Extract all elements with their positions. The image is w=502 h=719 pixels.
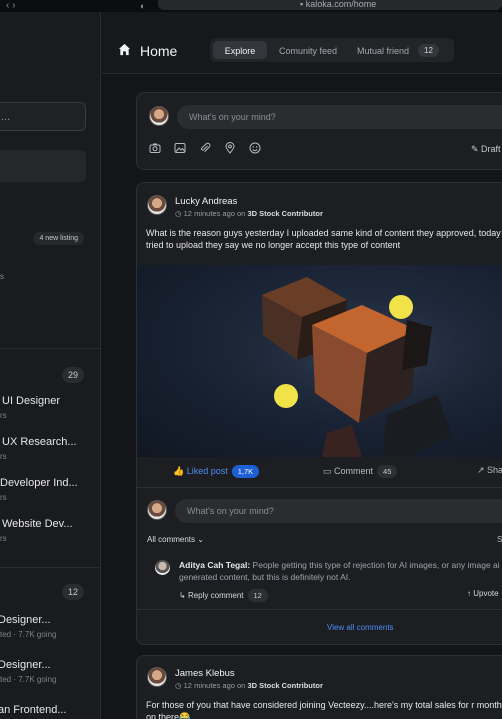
post-text: What is the reason guys yesterday I uplo…: [146, 228, 502, 250]
reply-count-badge: 12: [247, 589, 268, 602]
avatar: [147, 195, 167, 215]
post-meta: ◷ 12 minutes ago on 3D Stock Contributor: [175, 681, 323, 690]
avatar: [147, 500, 167, 520]
post-author[interactable]: Lucky Andreas: [175, 196, 237, 207]
image-icon[interactable]: [174, 142, 186, 154]
divider: [0, 348, 100, 349]
job-item-sub: rs: [0, 452, 7, 461]
browser-toolbar: ‹ › ◐ ▪ kaloka.com/home: [0, 0, 502, 12]
sidebar-search-input[interactable]: ...: [0, 102, 86, 131]
divider: [0, 567, 100, 568]
avatar: [149, 106, 169, 126]
comment-label: Comment: [334, 466, 374, 476]
home-icon: [118, 43, 131, 56]
job-item-sub: rs: [0, 493, 7, 502]
tab-mutual-friend[interactable]: Mutual friend: [350, 41, 416, 59]
upvote-button[interactable]: ↑ Upvote: [467, 589, 499, 598]
upvote-label: Upvote: [473, 589, 499, 598]
comment-button[interactable]: ▭ Comment 45: [323, 465, 398, 478]
group-item-title[interactable]: Designer...: [0, 614, 51, 626]
group-item-sub: ted · 7.7K going: [0, 675, 57, 684]
address-bar[interactable]: ▪ kaloka.com/home: [158, 0, 502, 10]
post-source[interactable]: 3D Stock Contributor: [247, 209, 322, 218]
job-item-sub: rs: [0, 534, 7, 543]
new-listing-badge: 4 new listing: [33, 232, 84, 245]
reply-comment-button[interactable]: ↳ Reply comment 12: [179, 589, 268, 602]
left-sidebar: ... 4 new listing s 29 UI Designer rs UX…: [0, 12, 101, 719]
group-item-title[interactable]: Designer...: [0, 659, 51, 671]
page-title: Home: [140, 43, 178, 59]
like-label: Liked post: [186, 466, 228, 476]
divider: [137, 487, 502, 488]
job-item-title[interactable]: UI Designer: [2, 395, 60, 407]
clock-icon: ◷: [175, 209, 184, 218]
mutual-friend-count: 12: [418, 44, 439, 57]
post-source[interactable]: 3D Stock Contributor: [247, 681, 322, 690]
comment-input[interactable]: What's on your mind?: [175, 499, 502, 523]
post-meta: ◷ 12 minutes ago on 3D Stock Contributor: [175, 209, 323, 218]
camera-icon[interactable]: [149, 142, 161, 154]
job-item-title[interactable]: UX Research...: [2, 436, 77, 448]
post-text: For those of you that have considered jo…: [146, 700, 502, 719]
divider: [137, 609, 502, 610]
share-button[interactable]: ↗ Share: [477, 465, 502, 476]
comment-author[interactable]: Aditya Cah Tegal:: [179, 560, 250, 570]
draft-label: Draft: [481, 144, 501, 154]
view-all-comments-link[interactable]: View all comments: [327, 623, 394, 632]
clock-icon: ◷: [175, 681, 184, 690]
post-card: James Klebus ◷ 12 minutes ago on 3D Stoc…: [136, 655, 502, 719]
back-forward-icon[interactable]: ‹ ›: [6, 0, 15, 11]
like-button[interactable]: 👍 Liked post 1,7K: [173, 465, 260, 478]
share-icon: ↗: [477, 465, 488, 475]
comments-filter-dropdown[interactable]: All comments ⌄: [147, 535, 204, 544]
comment-body: Aditya Cah Tegal: People getting this ty…: [179, 559, 502, 583]
main-header: Home Explore Comunity feed Mutual friend…: [102, 12, 502, 74]
like-count-badge: 1,7K: [231, 465, 260, 478]
sidebar-partial-text: s: [0, 272, 4, 281]
draft-button[interactable]: ✎ Draft: [471, 144, 501, 155]
sort-dropdown[interactable]: So: [497, 535, 502, 544]
pencil-icon: ✎: [471, 144, 482, 154]
feed-tabs: Explore Comunity feed Mutual friend 12: [210, 38, 454, 62]
group-item-title[interactable]: an Frontend...: [0, 704, 67, 716]
reply-label: Reply comment: [187, 591, 244, 600]
job-item-title[interactable]: Website Dev...: [2, 518, 73, 530]
location-icon[interactable]: [224, 142, 236, 154]
thumbs-up-icon: 👍: [173, 466, 187, 476]
url-text: kaloka.com/home: [305, 0, 377, 9]
tab-community-feed[interactable]: Comunity feed: [272, 41, 344, 59]
post-image[interactable]: [137, 265, 502, 457]
reply-icon: ↳: [179, 591, 188, 600]
avatar: [147, 667, 167, 687]
composer-input[interactable]: What's on your mind?: [177, 105, 502, 129]
comment-avatar: [155, 560, 170, 575]
post-composer: What's on your mind? ✎ Draft: [136, 92, 502, 170]
job-item-sub: rs: [0, 411, 7, 420]
filter-label: All comments: [147, 535, 196, 544]
share-label: Share: [487, 465, 502, 475]
emoji-icon[interactable]: [249, 142, 261, 154]
attachment-icon[interactable]: [199, 142, 211, 154]
post-author[interactable]: James Klebus: [175, 668, 235, 679]
chevron-down-icon: ⌄: [195, 535, 204, 544]
groups-count-badge: 12: [61, 584, 84, 600]
post-card: Lucky Andreas ◷ 12 minutes ago on 3D Sto…: [136, 182, 502, 645]
jobs-count-badge: 29: [61, 367, 84, 383]
comment-count-badge: 45: [377, 465, 398, 478]
group-item-sub: ted · 7.7K going: [0, 630, 57, 639]
post-time: 12 minutes ago on: [183, 681, 246, 690]
post-time: 12 minutes ago on: [183, 209, 246, 218]
shield-icon: ◐: [140, 1, 146, 11]
sidebar-selected-item[interactable]: [0, 150, 86, 182]
job-item-title[interactable]: Developer Ind...: [0, 477, 78, 489]
comment-icon: ▭: [323, 466, 335, 476]
cubes-illustration: [137, 265, 502, 457]
tab-explore[interactable]: Explore: [213, 41, 267, 59]
